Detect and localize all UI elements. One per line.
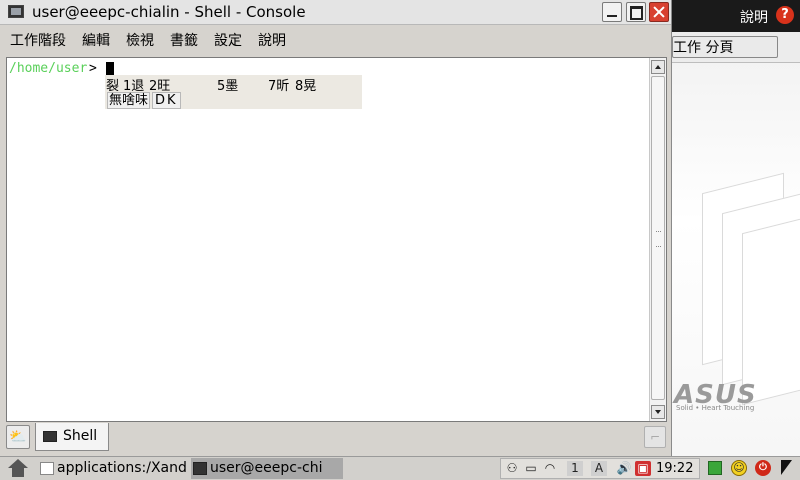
menu-settings[interactable]: 設定 (214, 30, 242, 50)
menu-view[interactable]: 檢視 (126, 30, 154, 50)
terminal-area[interactable]: /home/user > 裂 1退 2旺 5墨 7昕 8晃 無啥味 DK (6, 57, 667, 422)
input-method-a-icon[interactable]: A (591, 461, 607, 476)
console-window: user@eeepc-chialin - Shell - Console 工作階… (0, 0, 672, 456)
power-icon[interactable]: ▣ (635, 461, 651, 476)
close-session-icon[interactable]: ⌐ (644, 426, 666, 448)
volume-icon[interactable]: 🔊 (616, 461, 632, 476)
grip-icon (656, 231, 661, 247)
tab-shell-label: Shell (63, 428, 98, 444)
minimize-button[interactable] (602, 2, 622, 22)
terminal-content[interactable]: /home/user > 裂 1退 2旺 5墨 7昕 8晃 無啥味 DK (9, 59, 649, 420)
session-tab-bar: ⛅ Shell ⌐ (0, 423, 671, 454)
network-icon[interactable]: ⚇ (504, 461, 520, 476)
terminal-icon (43, 431, 57, 442)
title-bar[interactable]: user@eeepc-chialin - Shell - Console (0, 0, 671, 25)
clock[interactable]: 19:22 (656, 460, 693, 477)
terminal-icon (193, 461, 207, 475)
vertical-scrollbar[interactable] (649, 58, 666, 421)
background-tab[interactable]: 工作 分頁 (672, 36, 778, 58)
menu-session[interactable]: 工作階段 (10, 30, 66, 50)
text-cursor (106, 62, 114, 76)
terminal-icon (8, 5, 24, 18)
prompt-path: /home/user (9, 61, 88, 76)
system-tray: ⚇ ▭ ◠ 1 A 🔊 ▣ 19:22 (500, 458, 700, 479)
menu-edit[interactable]: 編輯 (82, 30, 110, 50)
help-bar[interactable]: 說明 ? (672, 0, 800, 32)
home-icon[interactable] (6, 459, 30, 479)
wifi-icon[interactable]: ◠ (542, 461, 558, 476)
scroll-up-arrow-icon[interactable] (651, 60, 665, 74)
mouse-pointer-icon (781, 460, 793, 476)
menu-help[interactable]: 說明 (258, 30, 286, 50)
menu-bookmarks[interactable]: 書籤 (170, 30, 198, 50)
grid-icon[interactable] (708, 461, 722, 475)
tab-shell[interactable]: Shell (35, 423, 109, 451)
taskbar-item-label: user@eeepc-chi (210, 460, 323, 476)
taskbar: applications:/Xand user@eeepc-chi ⚇ ▭ ◠ … (0, 456, 800, 480)
prompt-symbol: > (89, 61, 97, 76)
scrollbar-thumb[interactable] (651, 76, 665, 400)
ime-candidate-window: 裂 1退 2旺 5墨 7昕 8晃 無啥味 DK (105, 75, 362, 109)
taskbar-item-applications[interactable]: applications:/Xand (38, 458, 188, 479)
folder-icon (40, 461, 54, 475)
ime-input-code: DK (152, 92, 181, 109)
new-session-icon[interactable]: ⛅ (6, 425, 30, 449)
close-button[interactable] (649, 2, 669, 22)
help-label[interactable]: 說明 (740, 7, 768, 27)
ime-candidate[interactable]: 5墨 (217, 75, 238, 94)
ime-candidate[interactable]: 8晃 (295, 75, 316, 94)
taskbar-item-label: applications:/Xand (57, 460, 187, 476)
shutdown-icon[interactable]: ⏻ (755, 460, 771, 476)
help-icon[interactable]: ? (776, 6, 794, 24)
menu-bar: 工作階段 編輯 檢視 書籤 設定 說明 (0, 26, 671, 54)
ime-preedit: 無啥味 (107, 92, 151, 109)
battery-icon[interactable]: ▭ (523, 461, 539, 476)
scroll-down-arrow-icon[interactable] (651, 405, 665, 419)
asus-tagline: Solid • Heart Touching (676, 404, 755, 412)
ime-candidate[interactable]: 7昕 (268, 75, 289, 94)
taskbar-item-terminal[interactable]: user@eeepc-chi (191, 458, 343, 479)
window-title: user@eeepc-chialin - Shell - Console (32, 3, 306, 21)
input-method-1-icon[interactable]: 1 (567, 461, 583, 476)
smiley-icon[interactable]: ☺ (731, 460, 747, 476)
maximize-button[interactable] (626, 2, 646, 22)
